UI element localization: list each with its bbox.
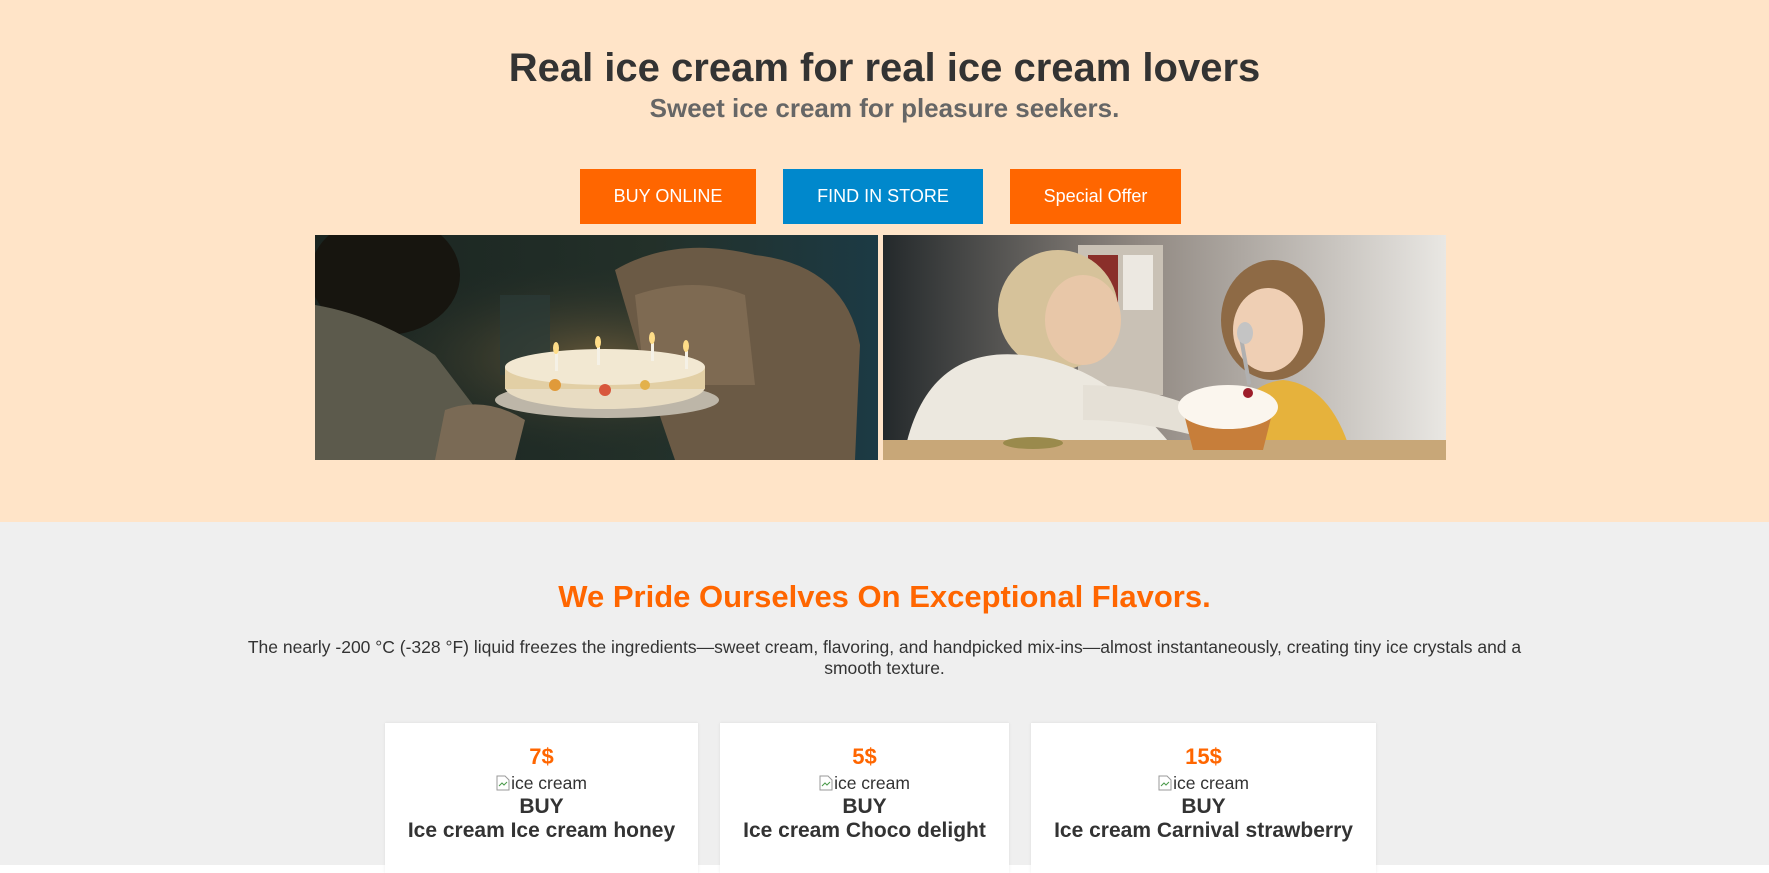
broken-image-icon: [496, 775, 510, 791]
product-card: 5$ ice cream BUY Ice cream Choco delight: [720, 723, 1009, 873]
buy-button[interactable]: BUY: [1031, 795, 1376, 819]
flavors-description: The nearly -200 °C (-328 °F) liquid free…: [247, 637, 1522, 678]
product-card: 7$ ice cream BUY Ice cream Ice cream hon…: [385, 723, 698, 873]
product-image: ice cream: [385, 773, 698, 793]
buy-button[interactable]: BUY: [720, 795, 1009, 819]
special-offer-button[interactable]: Special Offer: [1010, 169, 1181, 224]
product-price: 15$: [1185, 744, 1222, 769]
product-name: Ice cream Choco delight: [743, 819, 986, 842]
broken-image-icon: [819, 775, 833, 791]
hero-section: Real ice cream for real ice cream lovers…: [0, 0, 1769, 522]
product-image-alt: ice cream: [834, 773, 910, 793]
find-in-store-button[interactable]: FIND IN STORE: [783, 169, 983, 224]
broken-image-icon: [1158, 775, 1172, 791]
product-image: ice cream: [720, 773, 1009, 793]
product-image-alt: ice cream: [511, 773, 587, 793]
hero-subtitle: Sweet ice cream for pleasure seekers.: [649, 93, 1120, 123]
product-name: Ice cream Ice cream honey: [407, 819, 676, 842]
flavors-title: We Pride Ourselves On Exceptional Flavor…: [558, 579, 1211, 614]
mother-daughter-photo: [883, 235, 1446, 460]
product-image-alt: ice cream: [1173, 773, 1249, 793]
product-price: 7$: [529, 744, 554, 769]
buy-button[interactable]: BUY: [385, 795, 698, 819]
product-name: Ice cream Carnival strawberry: [1054, 819, 1353, 842]
buy-online-button[interactable]: BUY ONLINE: [580, 169, 756, 224]
product-card: 15$ ice cream BUY Ice cream Carnival str…: [1031, 723, 1376, 873]
product-image: ice cream: [1031, 773, 1376, 793]
hero-title: Real ice cream for real ice cream lovers: [508, 46, 1261, 90]
product-price: 5$: [852, 744, 877, 769]
birthday-cake-photo: [315, 235, 878, 460]
